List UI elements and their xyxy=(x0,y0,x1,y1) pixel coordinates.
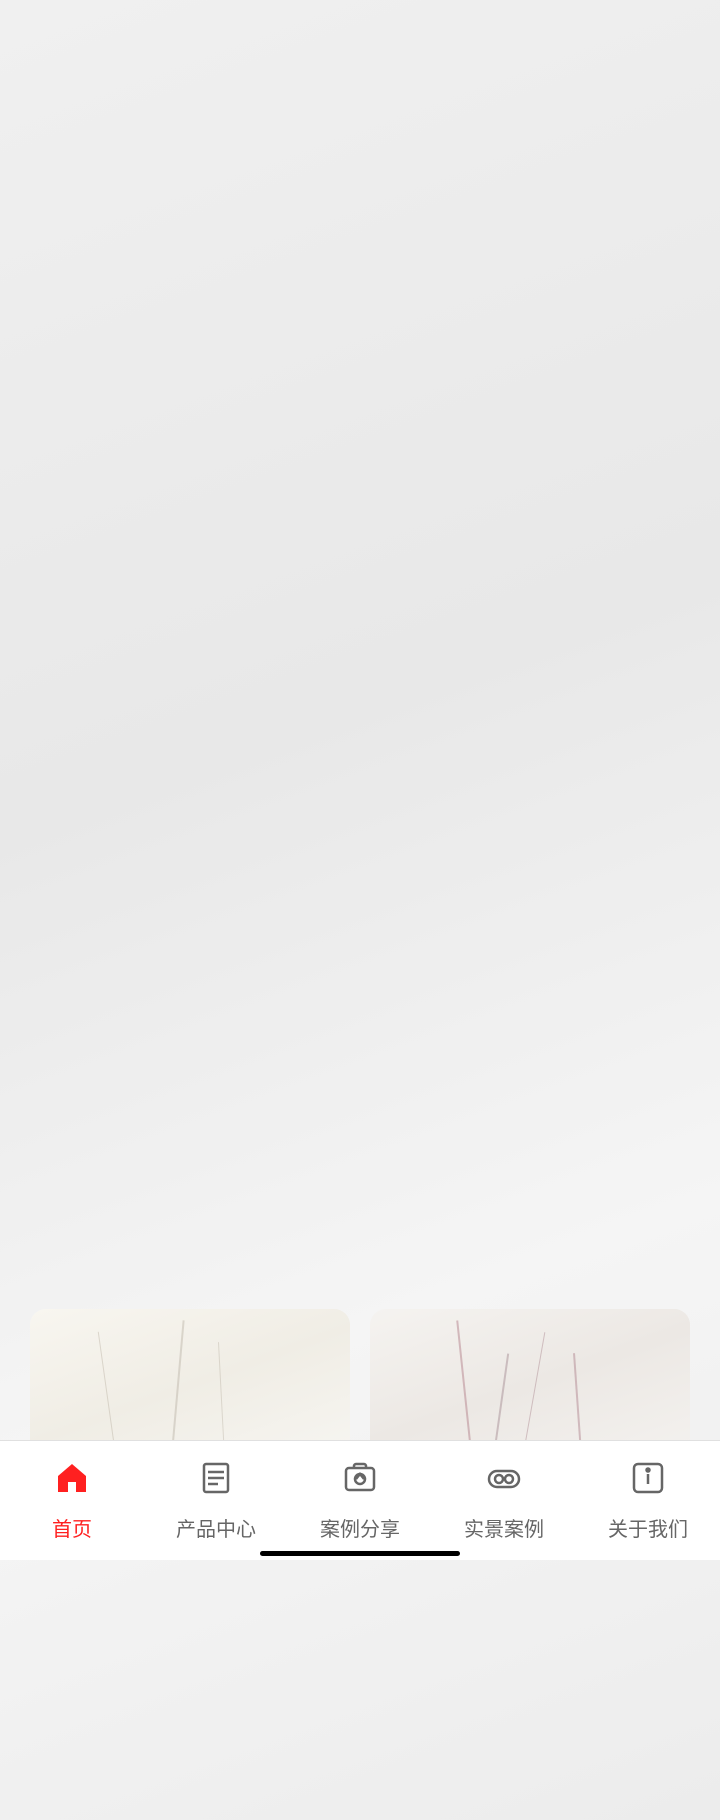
nav-label-about: 关于我们 xyxy=(608,1513,688,1542)
nav-item-product[interactable]: 产品中心 xyxy=(144,1441,288,1560)
bottom-indicator xyxy=(0,1554,720,1560)
about-icon xyxy=(630,1460,666,1505)
nav-label-home: 首页 xyxy=(52,1513,92,1542)
nav-label-case: 案例分享 xyxy=(320,1513,400,1542)
vr-icon xyxy=(486,1460,522,1505)
nav-item-vr[interactable]: 实景案例 xyxy=(432,1441,576,1560)
nav-label-product: 产品中心 xyxy=(176,1513,256,1542)
p2-texture xyxy=(370,928,690,1289)
product-card-2[interactable]: QHA802606X210 太空米白 艾特思岩板大板 xyxy=(370,928,690,1289)
nav-item-home[interactable]: 首页 xyxy=(0,1441,144,1560)
nav-item-case[interactable]: 案例分享 xyxy=(288,1441,432,1560)
product-image-2 xyxy=(370,928,690,1148)
nav-label-vr: 实景案例 xyxy=(464,1513,544,1542)
home-icon xyxy=(54,1460,90,1505)
bottom-nav: 首页 产品中心 案例分享 xyxy=(0,1440,720,1560)
case-icon xyxy=(342,1460,378,1505)
product-icon xyxy=(198,1460,234,1505)
nav-item-about[interactable]: 关于我们 xyxy=(576,1441,720,1560)
home-indicator-bar xyxy=(260,1551,460,1556)
